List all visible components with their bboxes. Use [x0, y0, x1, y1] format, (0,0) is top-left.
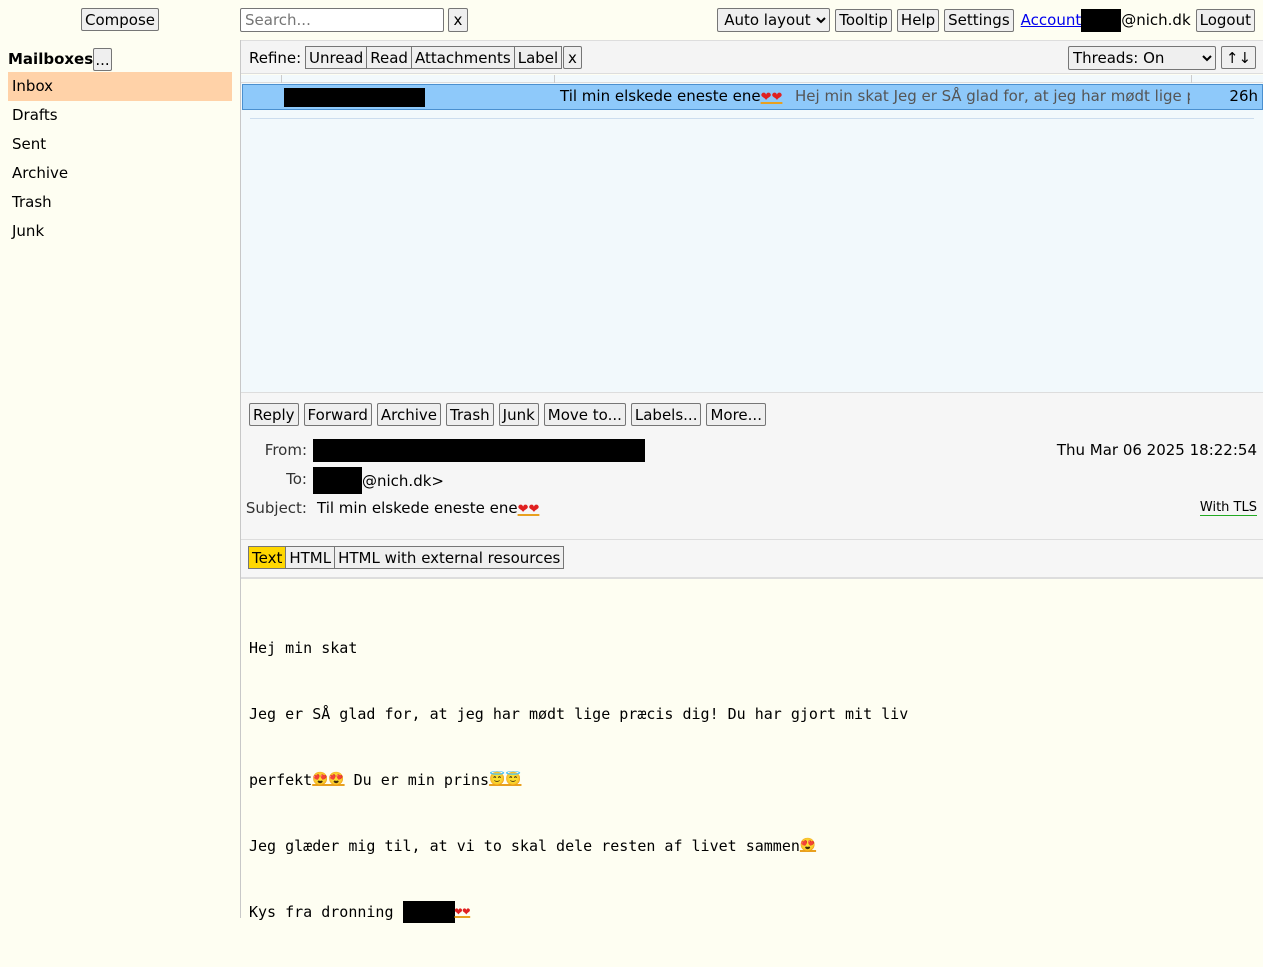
view-html-button[interactable]: HTML [285, 546, 336, 569]
body-text: perfekt [249, 771, 313, 789]
tooltip-button[interactable]: Tooltip [835, 8, 892, 32]
to-domain: @nich.dk> [362, 471, 444, 490]
search-input[interactable] [240, 8, 444, 32]
body-line: Hej min skat [249, 639, 358, 657]
top-right-toolbar: Auto layout Tooltip Help Settings Accoun… [717, 8, 1255, 32]
message-toolbar: Reply Forward Archive Trash Junk Move to… [249, 403, 766, 426]
filter-attachments-button[interactable]: Attachments [410, 46, 515, 69]
redacted-sender [284, 88, 425, 107]
list-header [241, 75, 1263, 83]
list-separator [250, 118, 1254, 119]
subject-text: Til min elskede eneste ene [317, 499, 518, 517]
search-clear-button[interactable]: x [448, 8, 468, 32]
to-address: @nich.dk> [313, 467, 444, 494]
labels-button[interactable]: Labels... [630, 403, 702, 426]
threads-select[interactable]: Threads: On [1068, 46, 1216, 70]
body-line: Kys fra dronning ❤❤ [249, 901, 1249, 923]
message-date: Thu Mar 06 2025 18:22:54 [1056, 441, 1257, 459]
body-line: perfekt 😍😍 Du er min prins 😇😇 [249, 769, 1249, 791]
filter-unread-button[interactable]: Unread [305, 46, 368, 69]
view-text-button[interactable]: Text [248, 546, 287, 569]
column-divider[interactable] [1191, 75, 1192, 83]
message-row-age: 26h [1229, 87, 1258, 105]
more-button[interactable]: More... [706, 403, 766, 426]
forward-button[interactable]: Forward [303, 403, 372, 426]
mailbox-trash[interactable]: Trash [8, 188, 232, 217]
help-button[interactable]: Help [896, 8, 940, 32]
heart-eyes-emoji: 😍😍 [312, 772, 345, 787]
account-domain: @nich.dk [1121, 11, 1191, 29]
heart-emoji: ❤❤ [454, 904, 471, 919]
filter-read-button[interactable]: Read [366, 46, 412, 69]
mailbox-inbox[interactable]: Inbox [8, 72, 232, 101]
mailbox-junk[interactable]: Junk [8, 217, 232, 246]
refine-bar: Refine: Unread Read Attachments Label x … [241, 40, 1263, 74]
redacted-to-user [313, 467, 362, 494]
body-line: Jeg er SÅ glad for, at jeg har mødt lige… [249, 705, 909, 723]
heart-emoji: ❤❤ [760, 90, 783, 105]
mailboxes-more-button[interactable]: ... [93, 48, 112, 71]
logout-button[interactable]: Logout [1195, 8, 1255, 32]
subject-text: Til min elskede eneste ene [560, 87, 761, 105]
message-row[interactable]: Til min elskede eneste ene❤❤ Hej min ska… [242, 84, 1263, 110]
account-link[interactable]: Account [1021, 11, 1082, 29]
angel-emoji: 😇😇 [489, 772, 522, 787]
account-info: Account @nich.dk [1019, 8, 1191, 32]
view-mode-group: Text HTML HTML with external resources [248, 546, 565, 569]
refine-filter-group: Unread Read Attachments Label [305, 46, 563, 69]
heart-eyes-emoji: 😍 [799, 838, 817, 853]
layout-select[interactable]: Auto layout [717, 8, 831, 32]
heart-emoji: ❤❤ [517, 502, 540, 517]
sort-button[interactable]: ↑↓ [1221, 46, 1256, 69]
from-label: From: [264, 441, 307, 459]
move-to-button[interactable]: Move to... [543, 403, 626, 426]
message-list: Til min elskede eneste ene❤❤ Hej min ska… [241, 75, 1263, 392]
junk-button[interactable]: Junk [498, 403, 539, 426]
view-mode-bar: Text HTML HTML with external resources [241, 539, 1263, 579]
subject-label: Subject: [245, 499, 307, 517]
message-body: Hej min skat Jeg er SÅ glad for, at jeg … [249, 593, 1249, 967]
settings-button[interactable]: Settings [944, 8, 1014, 32]
tls-badge: With TLS [1199, 500, 1257, 516]
subject-value: Til min elskede eneste ene❤❤ [317, 499, 539, 517]
to-label: To: [286, 470, 307, 488]
mailbox-list: Inbox Drafts Sent Archive Trash Junk [8, 72, 232, 246]
redacted-signature [402, 901, 455, 923]
reply-button[interactable]: Reply [249, 403, 299, 426]
body-text: Jeg glæder mig til, at vi to skal dele r… [249, 837, 800, 855]
trash-button[interactable]: Trash [446, 403, 494, 426]
body-line: Jeg glæder mig til, at vi to skal dele r… [249, 835, 1249, 857]
view-html-external-button[interactable]: HTML with external resources [334, 546, 565, 569]
mailbox-archive[interactable]: Archive [8, 159, 232, 188]
column-divider[interactable] [281, 75, 282, 83]
sidebar: Mailboxes ... Inbox Drafts Sent Archive … [0, 40, 240, 918]
body-text: Kys fra dronning [249, 903, 403, 921]
redacted-username [1081, 8, 1122, 32]
archive-button[interactable]: Archive [376, 403, 442, 426]
message-header: Reply Forward Archive Trash Junk Move to… [241, 392, 1263, 539]
mailbox-sent[interactable]: Sent [8, 130, 232, 159]
mailbox-drafts[interactable]: Drafts [8, 101, 232, 130]
main-panel: Refine: Unread Read Attachments Label x … [240, 40, 1263, 923]
message-row-subject: Til min elskede eneste ene❤❤ [560, 87, 782, 105]
message-row-preview: Hej min skat Jeg er SÅ glad for, at jeg … [795, 87, 1190, 105]
filter-label-button[interactable]: Label [513, 46, 563, 69]
compose-button[interactable]: Compose [81, 8, 160, 31]
refine-clear-button[interactable]: x [563, 46, 582, 69]
body-text: Du er min prins [344, 771, 490, 789]
mailboxes-title: Mailboxes [8, 50, 94, 68]
refine-label: Refine: [249, 49, 302, 67]
column-divider[interactable] [554, 75, 555, 83]
redacted-from-address [313, 439, 645, 462]
